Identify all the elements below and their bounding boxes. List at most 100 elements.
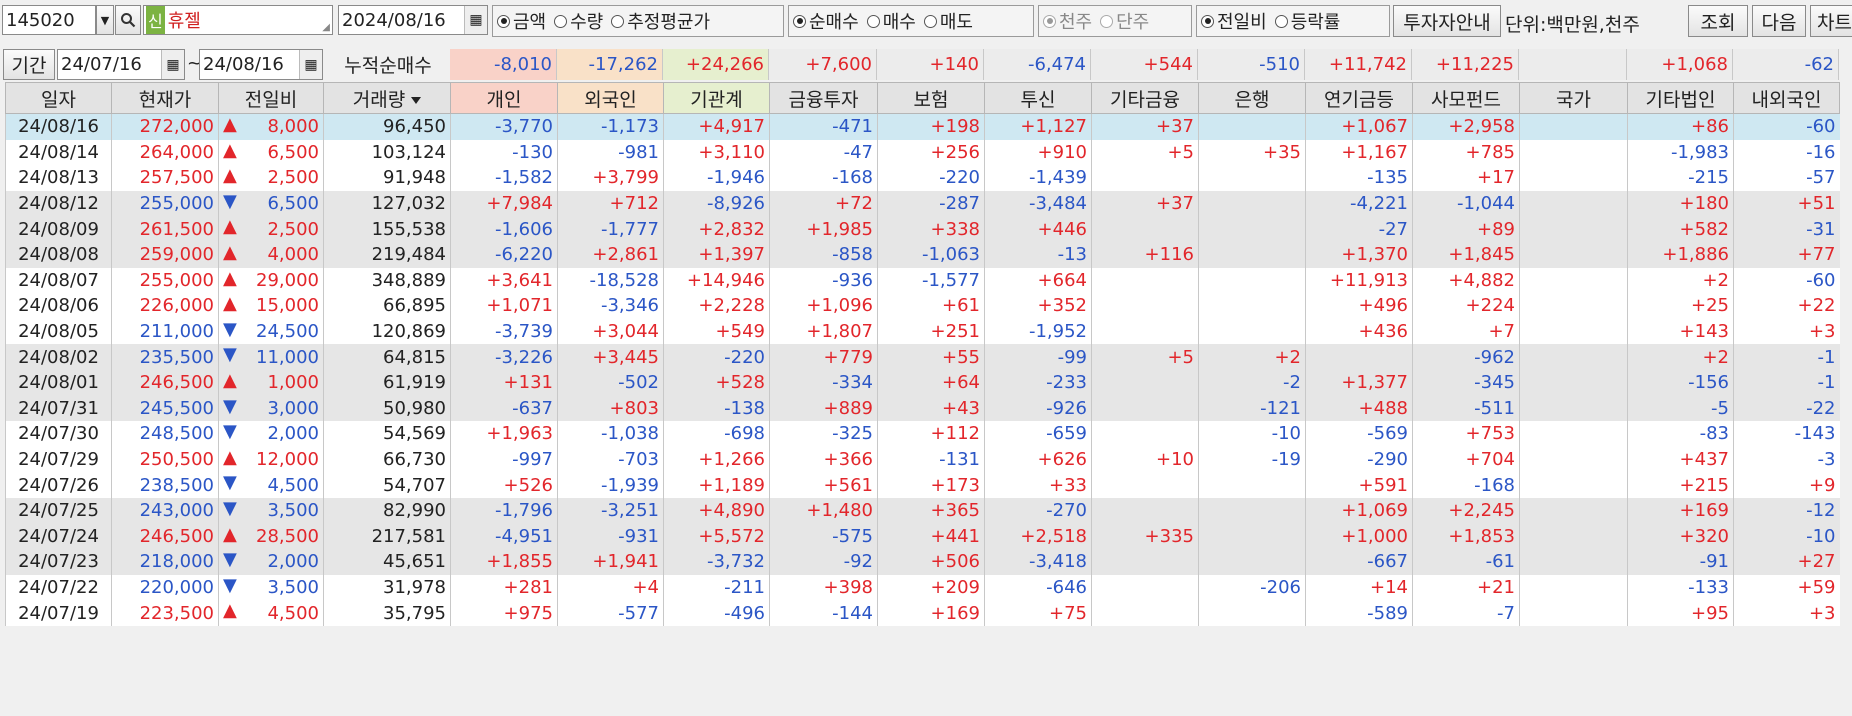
stock-name-field[interactable]: 신 휴젤 ◢ (143, 5, 333, 35)
column-header-private-fund[interactable]: 사모펀드 (1412, 82, 1520, 114)
radio-buy[interactable]: 매수 (866, 8, 916, 34)
table-row[interactable]: 24/08/14 264,000 ▲ 6,500 103,124 -130 -981 +3,1… (5, 139, 1840, 166)
calendar-icon[interactable]: ▦ (161, 50, 184, 79)
value-cell-institution: +2,832 (663, 216, 770, 242)
value-cell-bank (1198, 113, 1306, 140)
share-unit-group: 천주 단주 (1038, 5, 1192, 37)
value-cell-foreign: +712 (557, 190, 664, 217)
code-dropdown-button[interactable]: ▼ (96, 5, 114, 35)
value-cell-financial-investment: -168 (769, 165, 878, 191)
value-cell-financial-investment: +1,096 (769, 293, 878, 319)
value-cell-other-finance (1091, 600, 1199, 626)
radio-quantity[interactable]: 수량 (554, 8, 603, 34)
price-cell: 223,500 (111, 600, 219, 626)
price-cell: 226,000 (111, 293, 219, 319)
table-row[interactable]: 24/08/09 261,500 ▲ 2,500 155,538 -1,606 -1,777… (5, 216, 1840, 242)
value-cell-other-corp: +25 (1627, 293, 1734, 319)
period-from-input[interactable]: 24/07/16 ▦ (57, 49, 185, 80)
column-header-foreign[interactable]: 외국인 (557, 82, 664, 114)
radio-thousand-shares[interactable]: 천주 (1043, 8, 1092, 34)
radio-prev-day-diff[interactable]: 전일비 (1201, 8, 1267, 34)
column-header-other-corp[interactable]: 기타법인 (1627, 82, 1734, 114)
stock-code-input[interactable]: 145020 (2, 5, 96, 35)
table-row[interactable]: 24/08/12 255,000 ▼ 6,500 127,032 +7,984 +712 -8… (5, 190, 1840, 217)
volume-cell: 82,990 (323, 497, 451, 524)
column-header-insurance[interactable]: 보험 (877, 82, 985, 114)
column-header-foreign-domestic[interactable]: 내외국인 (1733, 82, 1840, 114)
period-label: 기간 (3, 49, 55, 80)
column-header-volume[interactable]: 거래량 (323, 82, 451, 114)
table-row[interactable]: 24/07/29 250,500 ▲ 12,000 66,730 -997 -703 +1,2… (5, 446, 1840, 473)
value-cell-insurance: -220 (877, 165, 985, 191)
table-row[interactable]: 24/08/13 257,500 ▲ 2,500 91,948 -1,582 +3,799-… (5, 165, 1840, 191)
radio-single-shares[interactable]: 단주 (1100, 8, 1149, 34)
change-cell: ▼ 4,500 (218, 472, 324, 498)
radio-amount[interactable]: 금액 (497, 8, 546, 34)
column-header-pension[interactable]: 연기금등 (1305, 82, 1413, 114)
value-cell-financial-investment: +1,985 (769, 216, 878, 242)
calendar-icon[interactable]: ▦ (464, 6, 487, 34)
sort-dropdown-icon[interactable] (411, 96, 422, 104)
value-cell-investment-trust: -646 (984, 574, 1092, 601)
value-cell-other-corp: +180 (1627, 190, 1734, 217)
value-cell-individual: +526 (450, 472, 558, 498)
table-row[interactable]: 24/07/22 220,000 ▼ 3,500 31,978 +281 +4 -211 +39… (5, 574, 1840, 601)
column-header-institution[interactable]: 기관계 (663, 82, 770, 114)
table-row[interactable]: 24/07/31 245,500 ▼ 3,000 50,980 -637 +803 -138 +… (5, 395, 1840, 422)
radio-sell[interactable]: 매도 (923, 8, 973, 34)
column-header-date[interactable]: 일자 (5, 82, 112, 114)
value-cell-nation (1519, 369, 1628, 396)
date-cell: 24/07/25 (5, 497, 112, 524)
value-cell-other-corp: -133 (1627, 574, 1734, 601)
value-cell-private-fund: +1,853 (1412, 523, 1520, 550)
table-row[interactable]: 24/07/30 248,500 ▼ 2,000 54,569 +1,963 -1,038-… (5, 421, 1840, 447)
cumulative-total-foreign-domestic: -62 (1733, 49, 1839, 80)
column-header-price[interactable]: 현재가 (111, 82, 219, 114)
table-row[interactable]: 24/07/25 243,000 ▼ 3,500 82,990 -1,796 -3,251 +… (5, 497, 1840, 524)
table-row[interactable]: 24/08/01 246,500 ▲ 1,000 61,919 +131 -502 +528-… (5, 369, 1840, 396)
investor-guide-button[interactable]: 투자자안내 (1393, 5, 1501, 37)
radio-est-avg-price[interactable]: 추정평균가 (611, 8, 710, 34)
value-cell-individual: -1,606 (450, 216, 558, 242)
value-cell-nation (1519, 165, 1628, 191)
chart-button[interactable]: 차트 (1810, 5, 1852, 37)
table-row[interactable]: 24/08/08 259,000 ▲ 4,000 219,484 -6,220 +2,861… (5, 241, 1840, 268)
column-header-nation[interactable]: 국가 (1519, 82, 1628, 114)
column-header-other-finance[interactable]: 기타금융 (1091, 82, 1199, 114)
lookup-button[interactable]: 조회 (1688, 5, 1748, 37)
column-header-investment-trust[interactable]: 투신 (984, 82, 1092, 114)
value-cell-institution: -698 (663, 421, 770, 447)
column-header-individual[interactable]: 개인 (450, 82, 558, 114)
table-row[interactable]: 24/07/23 218,000 ▼ 2,000 45,651 +1,855 +1,941-… (5, 549, 1840, 575)
period-to-input[interactable]: 24/08/16 ▦ (199, 49, 323, 80)
table-row[interactable]: 24/08/05 211,000 ▼ 24,500 120,869 -3,739 +3,04… (5, 318, 1840, 345)
value-cell-foreign: +1,941 (557, 549, 664, 575)
date-cell: 24/08/08 (5, 241, 112, 268)
value-cell-private-fund: +704 (1412, 446, 1520, 473)
calendar-icon[interactable]: ▦ (299, 50, 322, 79)
value-cell-other-corp: +169 (1627, 497, 1734, 524)
value-cell-private-fund: +7 (1412, 318, 1520, 345)
table-row[interactable]: 24/07/24 246,500 ▲ 28,500 217,581 -4,951 -931 +… (5, 523, 1840, 550)
value-cell-financial-investment: +72 (769, 190, 878, 217)
next-button[interactable]: 다음 (1752, 5, 1806, 37)
table-row[interactable]: 24/08/16 272,000 ▲ 8,000 96,450 -3,770 -1,173 +… (5, 113, 1840, 140)
radio-net-buy[interactable]: 순매수 (793, 8, 859, 34)
value-cell-bank: -206 (1198, 574, 1306, 601)
value-cell-nation (1519, 293, 1628, 319)
value-cell-financial-investment: -92 (769, 549, 878, 575)
column-header-financial-investment[interactable]: 금융투자 (769, 82, 878, 114)
value-cell-pension: +436 (1305, 318, 1413, 345)
column-header-bank[interactable]: 은행 (1198, 82, 1306, 114)
date-input[interactable]: 2024/08/16 ▦ (338, 5, 488, 35)
column-header-change[interactable]: 전일비 (218, 82, 324, 114)
table-row[interactable]: 24/07/26 238,500 ▼ 4,500 54,707 +526 -1,939 +1,… (5, 472, 1840, 498)
table-row[interactable]: 24/08/07 255,000 ▲ 29,000 348,889 +3,641 -18,5… (5, 267, 1840, 294)
table-row[interactable]: 24/08/02 235,500 ▼ 11,000 64,815 -3,226 +3,445… (5, 344, 1840, 370)
table-row[interactable]: 24/08/06 226,000 ▲ 15,000 66,895 +1,071 -3,346… (5, 293, 1840, 319)
value-cell-foreign-domestic: -16 (1733, 139, 1840, 166)
search-button[interactable] (115, 5, 141, 35)
table-row[interactable]: 24/07/19 223,500 ▲ 4,500 35,795 +975 -577 -496-… (5, 600, 1840, 626)
down-arrow-icon: ▼ (223, 344, 237, 366)
radio-change-rate[interactable]: 등락률 (1274, 8, 1340, 34)
